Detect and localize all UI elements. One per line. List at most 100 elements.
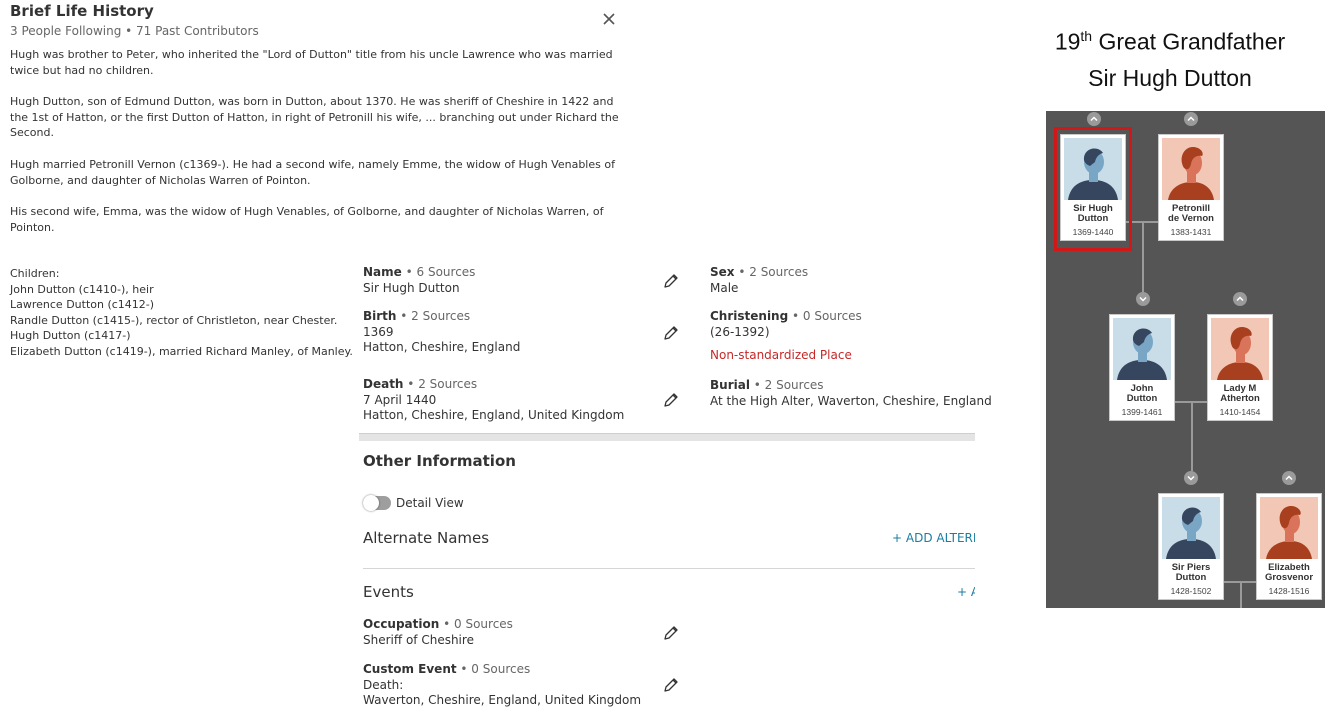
sources-count[interactable]: • 2 Sources [396, 309, 470, 323]
generation-title: 19th Great Grandfather Sir Hugh Dutton [1020, 18, 1320, 96]
event-occupation: Occupation • 0 Sources Sheriff of Cheshi… [363, 617, 513, 648]
vital-christening: Christening • 0 Sources (26-1392) Non-st… [710, 309, 862, 364]
edit-pencil-icon[interactable] [663, 392, 679, 408]
vital-label: Christening [710, 309, 789, 323]
person-name: Elizabeth Grosvenor [1264, 562, 1314, 583]
vital-place: Hatton, Cheshire, England [363, 340, 521, 354]
male-avatar-icon [1113, 318, 1171, 380]
person-years: 1410-1454 [1219, 407, 1261, 417]
generation-number: 19 [1054, 28, 1081, 55]
female-avatar-icon [1260, 497, 1318, 559]
sources-count[interactable]: • 0 Sources [788, 309, 862, 323]
sources-count[interactable]: • 2 Sources [750, 378, 824, 392]
vital-label: Death [363, 377, 404, 391]
toggle-knob [363, 495, 379, 511]
person-name: Sir Piers Dutton [1171, 562, 1211, 583]
parent-child-line [1142, 221, 1144, 293]
divider [363, 568, 975, 569]
person-years: 1383-1431 [1170, 227, 1212, 237]
events-title: Events [363, 583, 414, 601]
child-item: Lawrence Dutton (c1412-) [10, 298, 155, 312]
event-place: Waverton, Cheshire, England, United King… [363, 693, 642, 707]
sources-count[interactable]: • 2 Sources [735, 265, 808, 279]
section-divider [359, 433, 975, 441]
life-history-title: Brief Life History [10, 2, 154, 20]
child-item: Randle Dutton (c1415-), rector of Christ… [10, 313, 338, 327]
vital-value: Sir Hugh Dutton [363, 280, 460, 295]
person-card[interactable]: Lady M Atherton 1410-1454 [1207, 314, 1273, 421]
vital-label: Birth [363, 309, 397, 323]
edit-pencil-icon[interactable] [663, 677, 679, 693]
parent-child-line [1191, 401, 1193, 471]
person-name: John Dutton [1126, 383, 1158, 404]
vital-label: Sex [710, 265, 735, 279]
person-name: Petronill de Vernon [1168, 203, 1214, 224]
vital-label: Name [363, 265, 402, 279]
vital-date: 7 April 1440 [363, 392, 437, 407]
vital-place: Hatton, Cheshire, England, United Kingdo… [363, 408, 625, 422]
vital-date: (26-1392) [710, 324, 770, 339]
event-label: Custom Event [363, 662, 457, 676]
expand-up-chevron-icon[interactable] [1087, 112, 1101, 126]
person-card[interactable]: John Dutton 1399-1461 [1109, 314, 1175, 421]
vital-sex: Sex • 2 Sources Male [710, 265, 808, 296]
person-name: Lady M Atherton [1220, 383, 1260, 404]
life-history-paragraph: Hugh Dutton, son of Edmund Dutton, was b… [10, 95, 619, 140]
children-list: Children: John Dutton (c1410-), heir Law… [10, 266, 353, 360]
alternate-names-title: Alternate Names [363, 529, 490, 547]
selected-person-highlight [1054, 127, 1132, 251]
event-value: Sheriff of Cheshire [363, 632, 474, 647]
life-history-paragraph: His second wife, Emma, was the widow of … [10, 205, 604, 234]
female-avatar-icon [1211, 318, 1269, 380]
event-custom: Custom Event • 0 Sources Death: Waverton… [363, 662, 641, 709]
child-item: John Dutton (c1410-), heir [10, 282, 154, 296]
expand-down-chevron-icon[interactable] [1136, 292, 1150, 306]
detail-view-label: Detail View [396, 496, 464, 510]
edit-pencil-icon[interactable] [663, 625, 679, 641]
close-icon[interactable] [600, 10, 618, 28]
detail-view-toggle[interactable] [363, 495, 391, 511]
expand-up-chevron-icon[interactable] [1184, 112, 1198, 126]
person-years: 1399-1461 [1121, 407, 1163, 417]
generation-relation: Great Grandfather [1092, 28, 1286, 55]
person-card[interactable]: Elizabeth Grosvenor 1428-1516 [1256, 493, 1322, 600]
person-years: 1428-1502 [1170, 586, 1212, 596]
generation-ordinal: th [1080, 28, 1093, 44]
add-event-link[interactable]: + A [957, 585, 975, 599]
ancestor-name: Sir Hugh Dutton [1088, 64, 1252, 91]
children-heading: Children: [10, 267, 60, 280]
event-value: Death: [363, 677, 404, 692]
male-avatar-icon [1162, 497, 1220, 559]
edit-pencil-icon[interactable] [663, 273, 679, 289]
vital-birth: Birth • 2 Sources 1369 Hatton, Cheshire,… [363, 309, 520, 356]
life-history-paragraph: Hugh married Petronill Vernon (c1369-). … [10, 158, 615, 187]
edit-pencil-icon[interactable] [663, 325, 679, 341]
vital-death: Death • 2 Sources 7 April 1440 Hatton, C… [363, 377, 624, 424]
child-item: Elizabeth Dutton (c1419-), married Richa… [10, 344, 353, 358]
add-alternate-name-link[interactable]: + ADD ALTERN [892, 531, 975, 545]
vital-place: At the High Alter, Waverton, Cheshire, E… [710, 393, 992, 408]
non-standardized-place-warning[interactable]: Non-standardized Place [710, 348, 862, 364]
other-information-title: Other Information [363, 452, 516, 470]
vital-value: Male [710, 280, 739, 295]
person-years: 1428-1516 [1268, 586, 1310, 596]
expand-up-chevron-icon[interactable] [1282, 471, 1296, 485]
expand-up-chevron-icon[interactable] [1233, 292, 1247, 306]
parent-child-line [1240, 581, 1242, 608]
life-history-paragraph: Hugh was brother to Peter, who inherited… [10, 48, 613, 77]
vital-name: Name • 6 Sources Sir Hugh Dutton [363, 265, 475, 296]
sources-count[interactable]: • 0 Sources [439, 617, 513, 631]
life-history-meta[interactable]: 3 People Following • 71 Past Contributor… [10, 24, 259, 38]
sources-count[interactable]: • 0 Sources [457, 662, 530, 676]
vital-label: Burial [710, 378, 750, 392]
sources-count[interactable]: • 6 Sources [402, 265, 476, 279]
female-avatar-icon [1162, 138, 1220, 200]
sources-count[interactable]: • 2 Sources [403, 377, 477, 391]
event-label: Occupation [363, 617, 440, 631]
person-card[interactable]: Sir Piers Dutton 1428-1502 [1158, 493, 1224, 600]
person-card[interactable]: Petronill de Vernon 1383-1431 [1158, 134, 1224, 241]
vital-burial: Burial • 2 Sources At the High Alter, Wa… [710, 378, 992, 409]
child-item: Hugh Dutton (c1417-) [10, 329, 131, 343]
expand-down-chevron-icon[interactable] [1184, 471, 1198, 485]
vital-date: 1369 [363, 324, 394, 339]
